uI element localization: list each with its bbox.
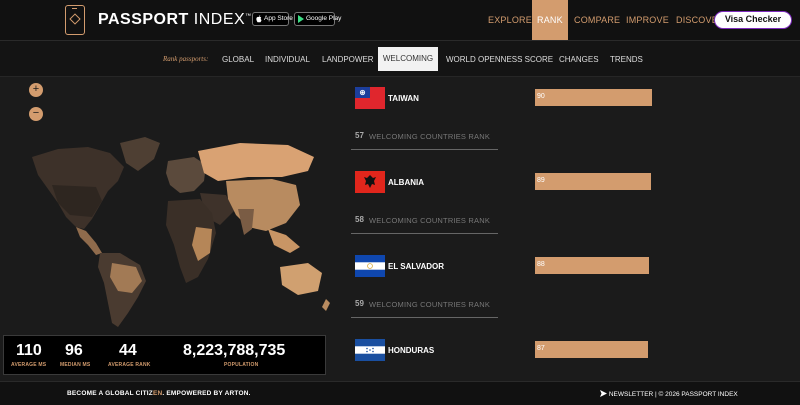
stat-average-ms-value: 110 xyxy=(16,342,42,359)
row-divider xyxy=(351,233,498,234)
rank-number: 58 xyxy=(355,215,364,224)
rank-label: WELCOMING COUNTRIES RANK xyxy=(369,132,491,141)
rank-subnav: Rank passports: GLOBAL INDIVIDUAL LANDPO… xyxy=(0,41,800,77)
flag-honduras-icon xyxy=(355,339,385,361)
stats-box: 110 AVERAGE MS 96 MEDIAN MS 44 AVERAGE R… xyxy=(3,335,326,375)
row-divider xyxy=(351,149,498,150)
tab-trends[interactable]: TRENDS xyxy=(610,55,643,64)
map-region-asia[interactable] xyxy=(226,179,300,231)
google-play-badge[interactable]: Google Play xyxy=(294,12,341,26)
stat-median-ms-label: MEDIAN MS xyxy=(60,362,91,368)
app-store-label: App Store xyxy=(264,15,293,22)
nav-discover[interactable]: DISCOVE xyxy=(676,0,718,40)
score-value: 89 xyxy=(537,177,545,184)
arton-link[interactable]: ARTON xyxy=(225,390,249,397)
visa-checker-button[interactable]: Visa Checker xyxy=(714,11,792,29)
tab-welcoming[interactable]: WELCOMING xyxy=(378,47,438,71)
zoom-in-button[interactable]: + xyxy=(29,83,43,97)
country-name[interactable]: HONDURAS xyxy=(388,346,434,355)
google-play-label: Google Play xyxy=(306,15,342,22)
map-region-central-america[interactable] xyxy=(76,227,102,255)
map-region-southeast-asia[interactable] xyxy=(268,229,300,253)
score-bar: 89 xyxy=(535,173,651,190)
map-region-new-zealand[interactable] xyxy=(322,299,330,311)
apple-icon xyxy=(256,15,262,23)
country-name[interactable]: EL SALVADOR xyxy=(388,262,444,271)
stat-average-ms-label: AVERAGE MS xyxy=(11,362,47,368)
tab-global[interactable]: GLOBAL xyxy=(222,55,254,64)
rank-number: 57 xyxy=(355,131,364,140)
map-region-australia[interactable] xyxy=(280,263,322,295)
row-divider xyxy=(351,317,498,318)
header: PASSPORT INDEX™ App Store Google Play EX… xyxy=(0,0,800,41)
ranking-list: TAIWAN 90 57 WELCOMING COUNTRIES RANK AL… xyxy=(340,77,800,381)
rank-label: WELCOMING COUNTRIES RANK xyxy=(369,300,491,309)
score-bar: 87 xyxy=(535,341,648,358)
score-value: 90 xyxy=(537,93,545,100)
stat-population-value: 8,223,788,735 xyxy=(183,342,286,359)
tab-world-openness-score[interactable]: WORLD OPENNESS SCORE xyxy=(446,55,553,64)
map-region-india[interactable] xyxy=(238,209,254,235)
world-map[interactable] xyxy=(0,77,340,335)
flag-el-salvador-icon xyxy=(355,255,385,277)
send-icon xyxy=(600,390,607,397)
app: PASSPORT INDEX™ App Store Google Play EX… xyxy=(0,0,800,405)
nav-rank[interactable]: RANK xyxy=(532,0,568,40)
map-region-greenland[interactable] xyxy=(120,137,160,171)
rank-label: WELCOMING COUNTRIES RANK xyxy=(369,216,491,225)
score-value: 88 xyxy=(537,261,545,268)
nav-improve[interactable]: IMPROVE xyxy=(626,0,669,40)
country-name[interactable]: TAIWAN xyxy=(388,94,419,103)
map-region-europe[interactable] xyxy=(166,157,206,193)
tab-landpower[interactable]: LANDPOWER xyxy=(322,55,374,64)
flag-taiwan-icon xyxy=(355,87,385,109)
map-region-usa[interactable] xyxy=(52,185,102,217)
tab-individual[interactable]: INDIVIDUAL xyxy=(265,55,310,64)
flag-albania-icon xyxy=(355,171,385,193)
newsletter-copyright-text: NEWSLETTER | © 2026 PASSPORT INDEX xyxy=(608,391,738,398)
zoom-out-button[interactable]: − xyxy=(29,107,43,121)
stat-average-rank-label: AVERAGE RANK xyxy=(108,362,151,368)
score-bar: 88 xyxy=(535,257,649,274)
rank-number: 59 xyxy=(355,299,364,308)
google-play-icon xyxy=(298,15,304,23)
nav-compare[interactable]: COMPARE xyxy=(574,0,620,40)
nav-explore[interactable]: EXPLORE xyxy=(488,0,532,40)
footer-newsletter[interactable]: NEWSLETTER | © 2026 PASSPORT INDEX xyxy=(600,390,738,398)
passport-logo-icon[interactable] xyxy=(65,5,85,35)
logo-text[interactable]: PASSPORT INDEX™ xyxy=(98,11,252,29)
stat-average-rank-value: 44 xyxy=(119,342,137,359)
footer-tagline: BECOME A GLOBAL CITIZEN. EMPOWERED BY AR… xyxy=(67,390,251,397)
score-bar: 90 xyxy=(535,89,652,106)
app-store-badge[interactable]: App Store xyxy=(252,12,293,26)
score-value: 87 xyxy=(537,345,545,352)
tab-changes[interactable]: CHANGES xyxy=(559,55,599,64)
rank-passports-label: Rank passports: xyxy=(163,55,209,63)
footer: BECOME A GLOBAL CITIZEN. EMPOWERED BY AR… xyxy=(0,381,800,405)
map-region-russia[interactable] xyxy=(198,143,314,181)
stat-median-ms-value: 96 xyxy=(65,342,83,359)
country-name[interactable]: ALBANIA xyxy=(388,178,424,187)
stat-population-label: POPULATION xyxy=(224,362,259,368)
